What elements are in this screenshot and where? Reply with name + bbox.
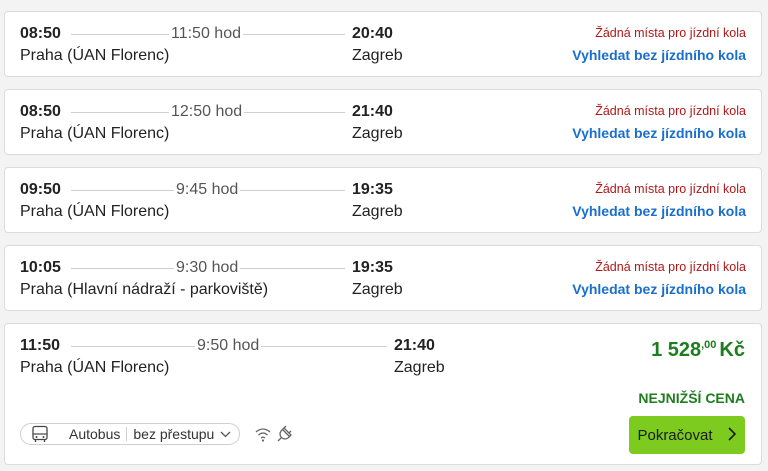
departure-time: 08:50 — [20, 103, 61, 120]
departure-station: Praha (ÚAN Florenc) — [20, 47, 170, 64]
arrival-station: Zagreb — [352, 203, 403, 220]
departure-station: Praha (ÚAN Florenc) — [20, 203, 170, 220]
trip-duration: 11:50 hod — [169, 25, 243, 43]
arrival-station: Zagreb — [352, 125, 403, 142]
arrival-station: Zagreb — [352, 47, 403, 64]
departure-station: Praha (ÚAN Florenc) — [20, 359, 170, 376]
search-without-bike-link[interactable]: Vyhledat bez jízdního kola — [572, 47, 746, 63]
no-bike-notice: Žádná místa pro jízdní kola — [595, 26, 746, 40]
price-amount: 1 528 — [651, 339, 702, 361]
featured-connection-card[interactable]: 11:50 9:50 hod 21:40 Praha (ÚAN Florenc)… — [4, 323, 762, 465]
search-without-bike-link[interactable]: Vyhledat bez jízdního kola — [572, 125, 746, 141]
departure-time: 09:50 — [20, 181, 61, 198]
arrival-time: 20:40 — [352, 25, 393, 42]
arrival-time: 19:35 — [352, 259, 393, 276]
no-bike-notice: Žádná místa pro jízdní kola — [595, 182, 746, 196]
continue-button[interactable]: Pokračovat — [629, 416, 745, 454]
ticket-price: 1 528,00 Kč — [651, 339, 745, 362]
cheapest-price-label: NEJNIŽŠÍ CENA — [638, 390, 745, 406]
trip-duration: 9:30 hod — [174, 259, 241, 277]
trip-duration: 12:50 hod — [169, 103, 245, 121]
arrival-station: Zagreb — [352, 281, 403, 298]
search-without-bike-link[interactable]: Vyhledat bez jízdního kola — [572, 203, 746, 219]
wifi-icon — [254, 425, 272, 443]
departure-time: 11:50 — [20, 337, 61, 354]
trip-duration: 9:45 hod — [174, 181, 241, 199]
arrival-time: 19:35 — [352, 181, 393, 198]
power-outlet-icon — [276, 425, 294, 443]
price-decimals: ,00 — [701, 339, 717, 351]
no-bike-notice: Žádná místa pro jízdní kola — [595, 260, 746, 274]
transfer-label: bez přestupu — [133, 426, 215, 442]
price-currency: Kč — [719, 339, 745, 361]
divider — [126, 427, 128, 441]
connection-card[interactable]: 09:50 9:45 hod 19:35 Praha (ÚAN Florenc)… — [4, 167, 762, 233]
vehicle-type-label: Autobus — [69, 426, 121, 442]
arrival-time: 21:40 — [394, 337, 435, 354]
connection-card[interactable]: 08:50 11:50 hod 20:40 Praha (ÚAN Florenc… — [4, 11, 762, 77]
connection-card[interactable]: 10:05 9:30 hod 19:35 Praha (Hlavní nádra… — [4, 245, 762, 311]
arrival-time: 21:40 — [352, 103, 393, 120]
bus-icon — [31, 425, 49, 443]
chevron-right-icon — [727, 425, 737, 445]
no-bike-notice: Žádná místa pro jízdní kola — [595, 104, 746, 118]
continue-button-label: Pokračovat — [637, 426, 713, 444]
departure-station: Praha (ÚAN Florenc) — [20, 125, 170, 142]
connection-card[interactable]: 08:50 12:50 hod 21:40 Praha (ÚAN Florenc… — [4, 89, 762, 155]
departure-station: Praha (Hlavní nádraží - parkoviště) — [20, 281, 269, 298]
trip-duration: 9:50 hod — [195, 337, 262, 355]
departure-time: 08:50 — [20, 25, 61, 42]
departure-time: 10:05 — [20, 259, 61, 276]
search-without-bike-link[interactable]: Vyhledat bez jízdního kola — [572, 281, 746, 297]
vehicle-info-dropdown[interactable]: Autobus bez přestupu — [20, 423, 240, 445]
chevron-down-icon — [220, 427, 231, 441]
arrival-station: Zagreb — [394, 359, 445, 376]
